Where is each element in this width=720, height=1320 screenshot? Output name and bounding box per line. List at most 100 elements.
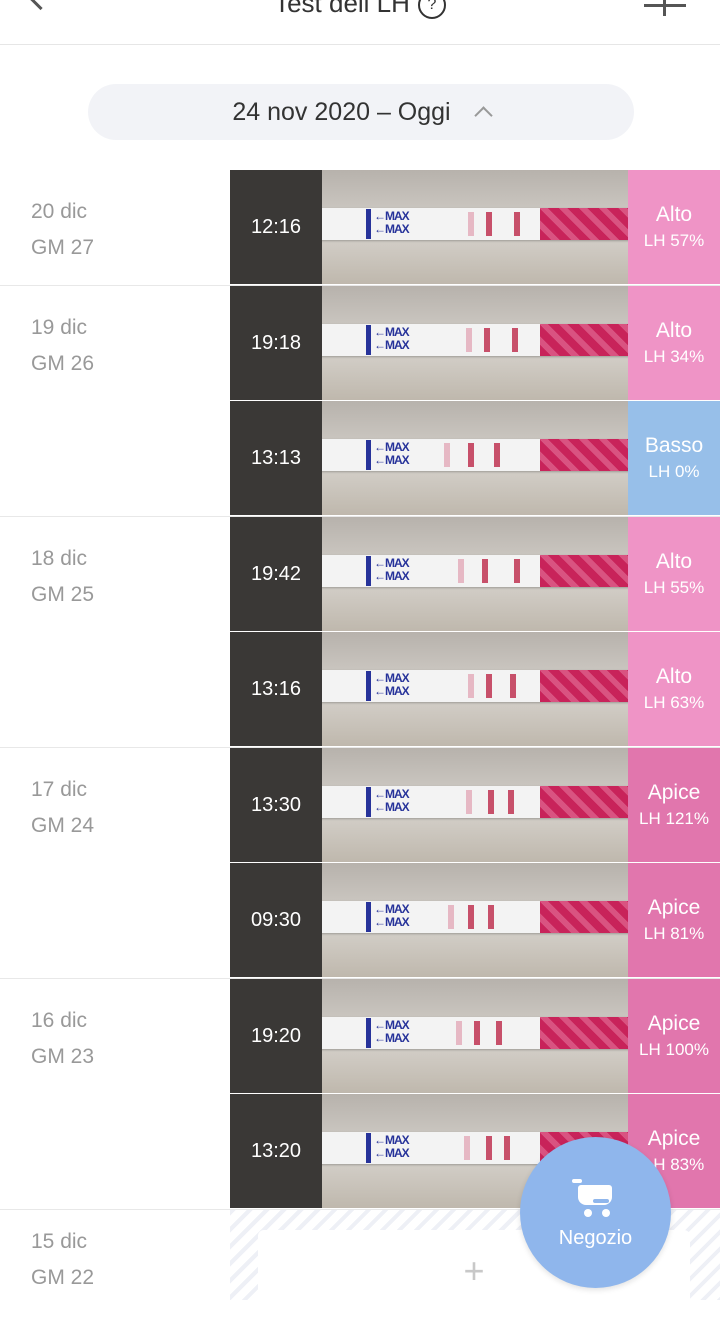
add-test-icon[interactable]	[644, 0, 686, 22]
test-strip: ←MAX ←MAX	[322, 901, 628, 933]
strip-brand-pattern	[540, 901, 628, 933]
strip-max-bar	[366, 1018, 371, 1048]
strip-line	[466, 328, 472, 352]
day-label: 19 dic GM 26	[31, 310, 94, 382]
strip-max-bar	[366, 1133, 371, 1163]
cycle-day: GM 23	[31, 1045, 95, 1068]
test-strip-photo: ←MAX ←MAX	[322, 632, 628, 746]
strip-control-line	[484, 328, 490, 352]
strip-max-text: ←MAX ←MAX	[374, 902, 410, 929]
strip-line	[448, 905, 454, 929]
strip-test-line	[512, 328, 518, 352]
strip-max-text: ←MAX ←MAX	[374, 556, 410, 583]
test-entry[interactable]: 13:16 ←MAX ←MAX Alto LH 63%	[230, 632, 720, 747]
strip-line	[456, 1021, 462, 1045]
result-lh-percent: LH 57%	[643, 231, 705, 250]
result-lh-percent: LH 34%	[643, 347, 705, 366]
strip-brand-pattern	[540, 555, 628, 587]
result-level: Apice	[647, 1012, 701, 1035]
strip-control-line	[468, 443, 474, 467]
day-label: 20 dic GM 27	[31, 194, 94, 266]
day-label: 16 dic GM 23	[31, 1003, 94, 1075]
strip-line	[466, 790, 472, 814]
result-badge: Alto LH 63%	[628, 632, 720, 746]
day-date: 18 dic	[31, 547, 88, 570]
day-group: 19 dic GM 26 19:18 ←MAX ←MAX Alto LH 34% 13:13 ←…	[0, 285, 720, 516]
test-entry[interactable]: 09:30 ←MAX ←MAX Apice LH 81%	[230, 863, 720, 978]
result-badge: Apice LH 100%	[628, 979, 720, 1093]
strip-control-line	[486, 212, 492, 236]
result-level: Alto	[655, 665, 693, 688]
date-range-selector[interactable]: 24 nov 2020 – Oggi	[88, 84, 634, 140]
strip-control-line	[486, 674, 492, 698]
strip-max-bar	[366, 325, 371, 355]
cycle-day: GM 26	[31, 352, 95, 375]
strip-test-line	[488, 905, 494, 929]
strip-max-bar	[366, 556, 371, 586]
result-level: Basso	[644, 434, 704, 457]
strip-max-text: ←MAX ←MAX	[374, 440, 410, 467]
test-time: 13:16	[230, 632, 322, 746]
result-badge: Apice LH 121%	[628, 748, 720, 862]
test-strip-photo: ←MAX ←MAX	[322, 517, 628, 631]
test-entry[interactable]: 13:30 ←MAX ←MAX Apice LH 121%	[230, 748, 720, 863]
chevron-up-icon	[473, 106, 493, 125]
result-level: Apice	[647, 896, 701, 919]
strip-brand-pattern	[540, 1017, 628, 1049]
test-time: 19:20	[230, 979, 322, 1093]
shop-label: Negozio	[558, 1227, 633, 1249]
result-lh-percent: LH 0%	[648, 462, 700, 481]
strip-max-bar	[366, 671, 371, 701]
strip-max-text: ←MAX ←MAX	[374, 671, 410, 698]
day-group: 18 dic GM 25 19:42 ←MAX ←MAX Alto LH 55% 13:16 ←…	[0, 516, 720, 747]
day-date: 19 dic	[31, 316, 88, 339]
test-strip-photo: ←MAX ←MAX	[322, 979, 628, 1093]
result-level: Apice	[647, 1127, 701, 1150]
help-circle-icon[interactable]: ?	[417, 0, 446, 20]
day-label: 18 dic GM 25	[31, 541, 94, 613]
test-strip: ←MAX ←MAX	[322, 670, 628, 702]
day-group: 17 dic GM 24 13:30 ←MAX ←MAX Apice LH 121% 09:3…	[0, 747, 720, 978]
strip-control-line	[468, 905, 474, 929]
test-strip: ←MAX ←MAX	[322, 786, 628, 818]
result-badge: Alto LH 55%	[628, 517, 720, 631]
strip-max-bar	[366, 902, 371, 932]
test-time: 19:42	[230, 517, 322, 631]
day-label: 17 dic GM 24	[31, 772, 94, 844]
test-strip: ←MAX ←MAX	[322, 555, 628, 587]
test-entry[interactable]: 13:13 ←MAX ←MAX Basso LH 0%	[230, 401, 720, 516]
test-time: 12:16	[230, 170, 322, 284]
test-entry[interactable]: 12:16 ←MAX ←MAX Alto LH 57%	[230, 170, 720, 285]
date-range-label: 24 nov 2020 – Oggi	[232, 98, 451, 126]
strip-test-line	[496, 1021, 502, 1045]
result-level: Alto	[655, 203, 693, 226]
strip-control-line	[474, 1021, 480, 1045]
strip-control-line	[486, 1136, 492, 1160]
strip-line	[468, 212, 474, 236]
lh-test-list: 20 dic GM 27 12:16 ←MAX ←MAX Alto LH 57% 19 dic…	[0, 170, 720, 1320]
result-badge: Apice LH 81%	[628, 863, 720, 977]
strip-test-line	[494, 443, 500, 467]
test-strip-photo: ←MAX ←MAX	[322, 401, 628, 515]
day-date: 17 dic	[31, 778, 88, 801]
strip-brand-pattern	[540, 670, 628, 702]
test-entry[interactable]: 19:20 ←MAX ←MAX Apice LH 100%	[230, 979, 720, 1094]
strip-max-text: ←MAX ←MAX	[374, 1018, 410, 1045]
test-strip-photo: ←MAX ←MAX	[322, 748, 628, 862]
test-strip: ←MAX ←MAX	[322, 439, 628, 471]
result-lh-percent: LH 63%	[643, 693, 705, 712]
test-entry[interactable]: 19:18 ←MAX ←MAX Alto LH 34%	[230, 286, 720, 401]
cycle-day: GM 25	[31, 583, 95, 606]
strip-max-bar	[366, 209, 371, 239]
strip-max-text: ←MAX ←MAX	[374, 1133, 410, 1160]
test-entry[interactable]: 19:42 ←MAX ←MAX Alto LH 55%	[230, 517, 720, 632]
result-badge: Basso LH 0%	[628, 401, 720, 515]
cycle-day: GM 24	[31, 814, 95, 837]
test-strip-photo: ←MAX ←MAX	[322, 170, 628, 284]
strip-line	[458, 559, 464, 583]
test-time: 13:13	[230, 401, 322, 515]
shop-button[interactable]: Negozio	[520, 1137, 671, 1288]
strip-brand-pattern	[540, 786, 628, 818]
result-badge: Alto LH 34%	[628, 286, 720, 400]
result-level: Apice	[647, 781, 701, 804]
